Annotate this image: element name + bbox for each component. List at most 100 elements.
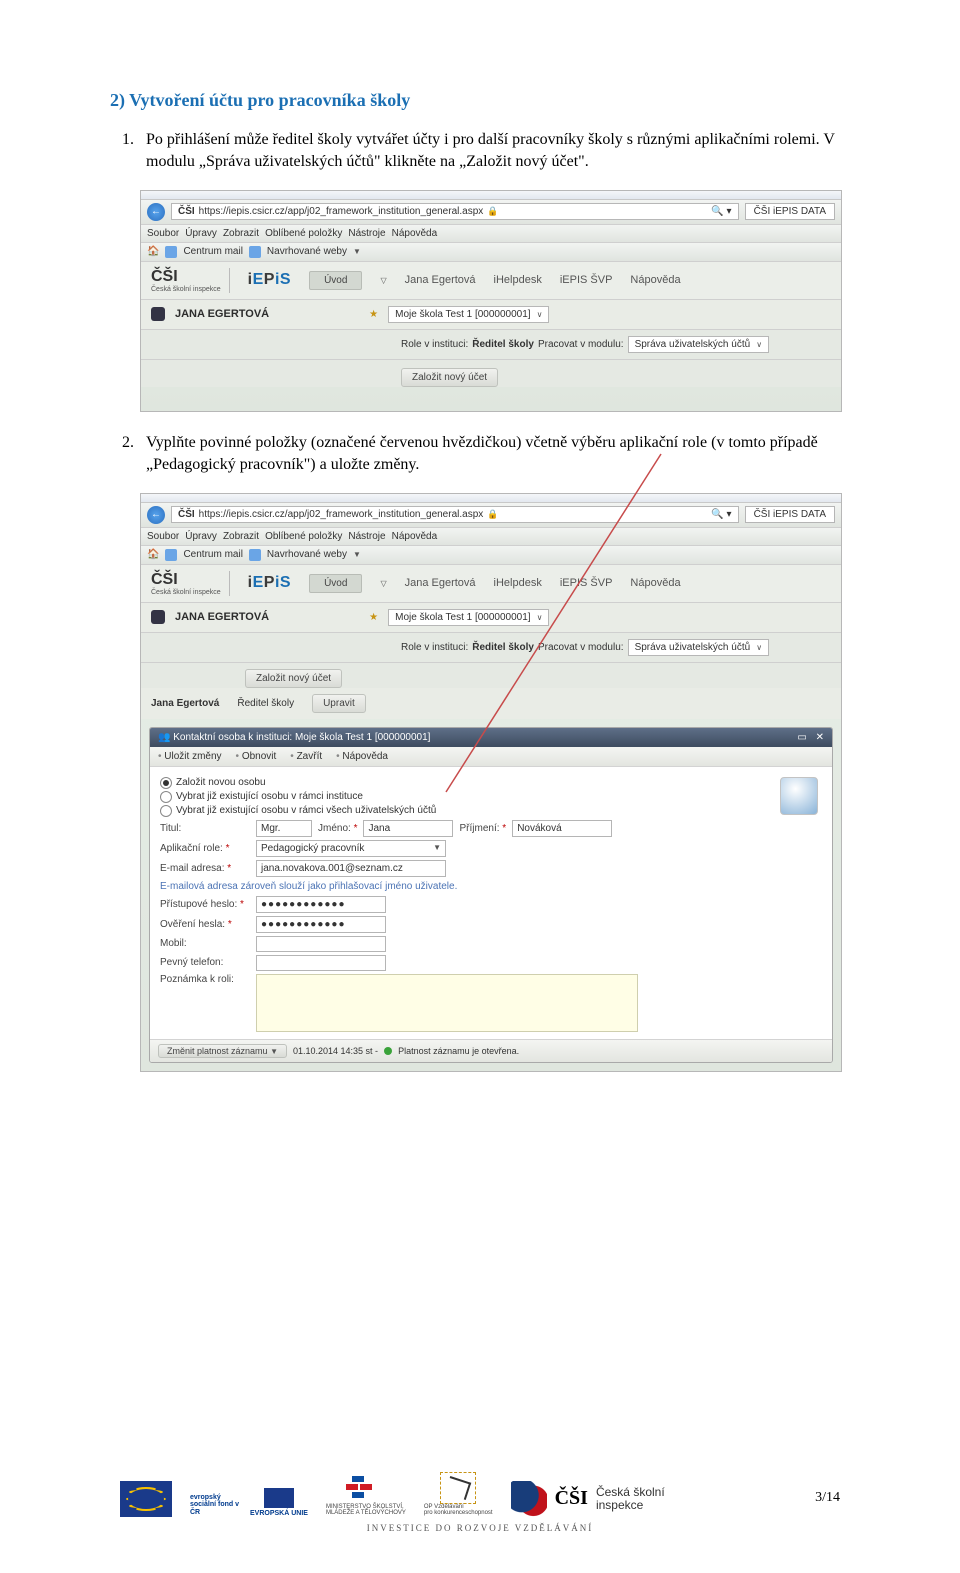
nav-helpdesk[interactable]: iHelpdesk bbox=[494, 577, 542, 589]
eu-flag-icon bbox=[264, 1488, 294, 1508]
module-select[interactable]: Správa uživatelských účtů∨ bbox=[628, 336, 769, 353]
input-titul[interactable]: Mgr. bbox=[256, 820, 312, 837]
create-account-button[interactable]: Založit nový účet bbox=[245, 669, 342, 688]
step-1: Po přihlášení může ředitel školy vytváře… bbox=[146, 129, 850, 174]
close-icon[interactable]: ✕ bbox=[816, 732, 824, 743]
school-select[interactable]: Moje škola Test 1 [000000001]∨ bbox=[388, 609, 549, 626]
step-2: Vyplňte povinné položky (označené červen… bbox=[146, 432, 850, 477]
favicon-icon bbox=[249, 549, 261, 561]
nav-helpdesk[interactable]: iHelpdesk bbox=[494, 274, 542, 286]
nav-help[interactable]: Nápověda bbox=[630, 577, 680, 589]
username-label: JANA EGERTOVÁ bbox=[175, 308, 269, 320]
validity-button[interactable]: Změnit platnost záznamu ▼ bbox=[158, 1044, 287, 1058]
app-header: ČŠIČeská školní inspekce iEPiS Úvod ▽ Ja… bbox=[141, 262, 841, 300]
esf-logo bbox=[120, 1481, 172, 1517]
msmt-logo: MINISTERSTVO ŠKOLSTVÍ, MLÁDEŽE A TĚLOVÝC… bbox=[326, 1476, 406, 1517]
minimize-icon[interactable]: ▭ bbox=[797, 732, 806, 743]
label-email: E-mail adresa: * bbox=[160, 863, 250, 874]
csi-logo: ČŠIČeská školní inspekce bbox=[151, 268, 230, 293]
radio-new-person[interactable] bbox=[160, 777, 172, 789]
radio-existing-all[interactable] bbox=[160, 805, 172, 817]
label-jmeno: Jméno: * bbox=[318, 823, 357, 834]
label-prijmeni: Příjmení: * bbox=[459, 823, 506, 834]
lock-icon: 🔒 bbox=[487, 509, 498, 520]
section-heading: 2) Vytvoření účtu pro pracovníka školy bbox=[110, 90, 850, 111]
favorites-bar[interactable]: 🏠 Centrum mail Navrhované weby▼ bbox=[141, 546, 841, 565]
browser-menubar[interactable]: SouborÚpravyZobrazitOblíbené položkyNást… bbox=[141, 225, 841, 243]
radio-existing-inst[interactable] bbox=[160, 791, 172, 803]
iepis-logo: iEPiS bbox=[248, 271, 291, 289]
favicon-icon bbox=[165, 549, 177, 561]
nav-svp[interactable]: iEPIS ŠVP bbox=[560, 577, 613, 589]
user-icon bbox=[151, 610, 165, 624]
module-label: Pracovat v modulu: bbox=[538, 339, 624, 350]
textarea-poznamka[interactable] bbox=[256, 974, 638, 1032]
address-bar[interactable]: ČŠI https://iepis.csicr.cz/app/j02_frame… bbox=[171, 203, 739, 220]
lock-icon: 🔒 bbox=[487, 206, 498, 217]
user-name-cell: Jana Egertová bbox=[151, 698, 219, 709]
home-icon[interactable]: 🏠 bbox=[147, 246, 159, 257]
label-aprole: Aplikační role: * bbox=[160, 843, 250, 854]
user-icon bbox=[151, 307, 165, 321]
address-bar[interactable]: ČŠIhttps://iepis.csicr.cz/app/j02_framew… bbox=[171, 506, 739, 523]
label-pozn: Poznámka k roli: bbox=[160, 974, 250, 985]
help-button[interactable]: Nápověda bbox=[336, 751, 388, 762]
nav-user[interactable]: Jana Egertová bbox=[405, 577, 476, 589]
select-aprole[interactable]: Pedagogický pracovník▼ bbox=[256, 840, 446, 857]
module-label: Pracovat v modulu: bbox=[538, 642, 624, 653]
input-prijmeni[interactable]: Nováková bbox=[512, 820, 612, 837]
role-value: Ředitel školy bbox=[472, 642, 534, 653]
back-icon[interactable]: ← bbox=[147, 506, 165, 524]
screenshot-1: ← ČŠI https://iepis.csicr.cz/app/j02_fra… bbox=[140, 190, 842, 412]
input-mobil[interactable] bbox=[256, 936, 386, 952]
refresh-button[interactable]: Obnovit bbox=[236, 751, 277, 762]
label-mobil: Mobil: bbox=[160, 938, 250, 949]
home-icon[interactable]: 🏠 bbox=[147, 549, 159, 560]
input-email[interactable]: jana.novakova.001@seznam.cz bbox=[256, 860, 446, 877]
browser-tab[interactable]: ČŠI iEPIS DATA bbox=[745, 506, 835, 523]
input-pevny[interactable] bbox=[256, 955, 386, 971]
back-icon[interactable]: ← bbox=[147, 203, 165, 221]
nav-home[interactable]: Úvod bbox=[309, 574, 362, 593]
page-footer: evropský sociální fond v ČR EVROPSKÁ UNI… bbox=[110, 1472, 850, 1517]
status-text: Platnost záznamu je otevřena. bbox=[398, 1046, 519, 1056]
star-icon: ★ bbox=[369, 612, 378, 623]
role-value: Ředitel školy bbox=[472, 339, 534, 350]
input-heslo[interactable]: ●●●●●●●●●●●● bbox=[256, 896, 386, 913]
iepis-logo: iEPiS bbox=[248, 574, 291, 592]
school-select[interactable]: Moje škola Test 1 [000000001]∨ bbox=[388, 306, 549, 323]
contact-person-panel: 👥 Kontaktní osoba k instituci: Moje škol… bbox=[149, 727, 833, 1063]
nav-help[interactable]: Nápověda bbox=[630, 274, 680, 286]
favicon-icon bbox=[165, 246, 177, 258]
nav-svp[interactable]: iEPIS ŠVP bbox=[560, 274, 613, 286]
status-bar: Změnit platnost záznamu ▼ 01.10.2014 14:… bbox=[150, 1039, 832, 1062]
screenshot-2: ← ČŠIhttps://iepis.csicr.cz/app/j02_fram… bbox=[140, 493, 842, 1072]
favicon-icon bbox=[249, 246, 261, 258]
browser-tab[interactable]: ČŠI iEPIS DATA bbox=[745, 203, 835, 220]
save-button[interactable]: Uložit změny bbox=[158, 751, 222, 762]
nav-user[interactable]: Jana Egertová bbox=[405, 274, 476, 286]
invest-caption: INVESTICE DO ROZVOJE VZDĚLÁVÁNÍ bbox=[110, 1523, 850, 1533]
opvk-logo: OP Vzdělávání pro konkurenceschopnost bbox=[424, 1472, 493, 1517]
label-heslo: Přístupové heslo: * bbox=[160, 899, 250, 910]
edit-button[interactable]: Upravit bbox=[312, 694, 366, 713]
user-role-cell: Ředitel školy bbox=[237, 698, 294, 709]
label-pevny: Pevný telefon: bbox=[160, 957, 250, 968]
panel-toolbar: Uložit změny Obnovit Zavřít Nápověda bbox=[150, 747, 832, 767]
panel-title-text: 👥 Kontaktní osoba k instituci: Moje škol… bbox=[158, 732, 430, 743]
window-titlebar bbox=[141, 494, 841, 503]
browser-menubar[interactable]: SouborÚpravyZobrazitOblíbené položkyNást… bbox=[141, 528, 841, 546]
esf-text: evropský sociální fond v ČR bbox=[190, 1494, 244, 1517]
label-titul: Titul: bbox=[160, 823, 250, 834]
module-select[interactable]: Správa uživatelských účtů∨ bbox=[628, 639, 769, 656]
nav-home[interactable]: Úvod bbox=[309, 271, 362, 290]
input-jmeno[interactable]: Jana bbox=[363, 820, 453, 837]
label-overeni: Ověření hesla: * bbox=[160, 919, 250, 930]
open-status-icon bbox=[384, 1047, 392, 1055]
window-titlebar bbox=[141, 191, 841, 200]
close-button[interactable]: Zavřít bbox=[290, 751, 322, 762]
create-account-button[interactable]: Založit nový účet bbox=[401, 368, 498, 387]
input-overeni[interactable]: ●●●●●●●●●●●● bbox=[256, 916, 386, 933]
avatar-icon bbox=[780, 777, 818, 815]
favorites-bar[interactable]: 🏠 Centrum mail Navrhované weby▼ bbox=[141, 243, 841, 262]
